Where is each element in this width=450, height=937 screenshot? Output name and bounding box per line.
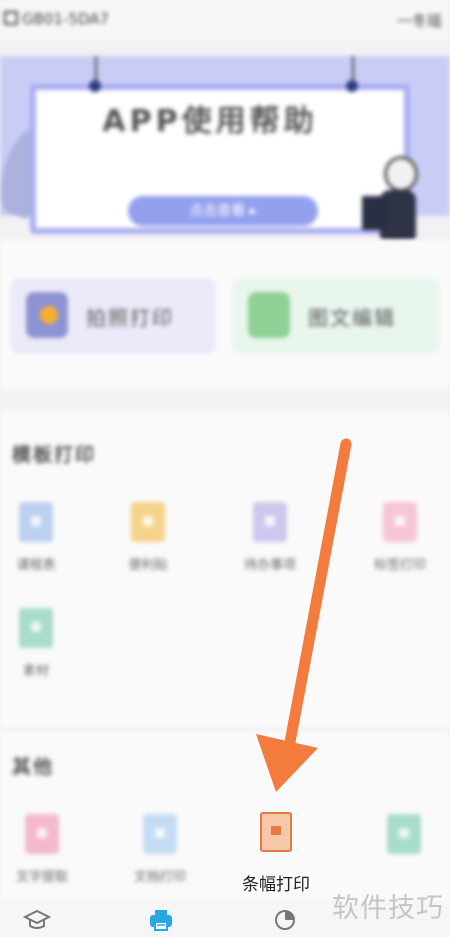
section-title: 其他 [12,756,55,778]
pin-icon [346,80,358,92]
template-item-todo[interactable]: 待办事项 [230,502,310,573]
banner-view-button[interactable]: 点击查看 ▸ [128,196,318,226]
other-item-extra[interactable] [364,814,444,854]
template-item-material[interactable]: 素材 [0,608,76,679]
extra-icon [387,814,421,854]
image-text-edit-button[interactable]: 图文编辑 [232,278,440,354]
graduation-cap-icon [23,909,51,929]
document-icon [143,814,177,854]
other-section: 其他 文字提取 文档打印 [0,732,450,902]
photo-icon [26,292,68,338]
watermark-text: 软件技巧 [332,893,444,924]
banner-print-item[interactable]: 条幅打印 [236,812,316,895]
label-icon [383,502,417,542]
printer-icon [150,910,172,931]
todo-icon [253,502,287,542]
help-banner[interactable]: APP使用帮助 点击查看 ▸ [0,56,450,266]
template-item-schedule[interactable]: 课程表 [0,502,76,573]
pie-chart-icon [275,910,295,930]
section-title: 模板打印 [12,444,97,466]
schedule-icon [19,502,53,542]
tab-stats[interactable] [270,906,300,934]
template-print-section: 模板打印 课程表 便利贴 待办事项 标签打印 素材 [0,410,450,728]
other-item-text-extract[interactable]: 文字提取 [2,814,82,885]
photo-print-button[interactable]: 拍照打印 [10,278,216,354]
sticky-note-icon [131,502,165,542]
flag-icon [271,826,281,835]
book-icon [362,196,388,230]
status-right-text: 一冬瑶 [396,12,442,30]
template-item-sticky-note[interactable]: 便利贴 [108,502,188,573]
device-id: GB01-5DA7 [4,10,109,28]
material-icon [19,608,53,648]
other-item-document-print[interactable]: 文档打印 [120,814,200,885]
template-item-label-print[interactable]: 标签打印 [360,502,440,573]
tab-print[interactable] [146,906,176,934]
quick-actions-card: 拍照打印 图文编辑 [0,240,450,390]
photo-print-label: 拍照打印 [86,306,174,330]
tab-learn[interactable] [22,906,52,934]
image-text-edit-label: 图文编辑 [308,306,396,330]
folder-icon [248,292,290,338]
text-extract-icon [25,814,59,854]
pin-icon [89,80,101,92]
banner-print-label: 条幅打印 [242,875,310,895]
banner-print-icon [260,812,292,852]
banner-title: APP使用帮助 [102,104,318,139]
status-bar: GB01-5DA7 一冬瑶 [0,0,450,40]
device-icon [4,11,18,25]
